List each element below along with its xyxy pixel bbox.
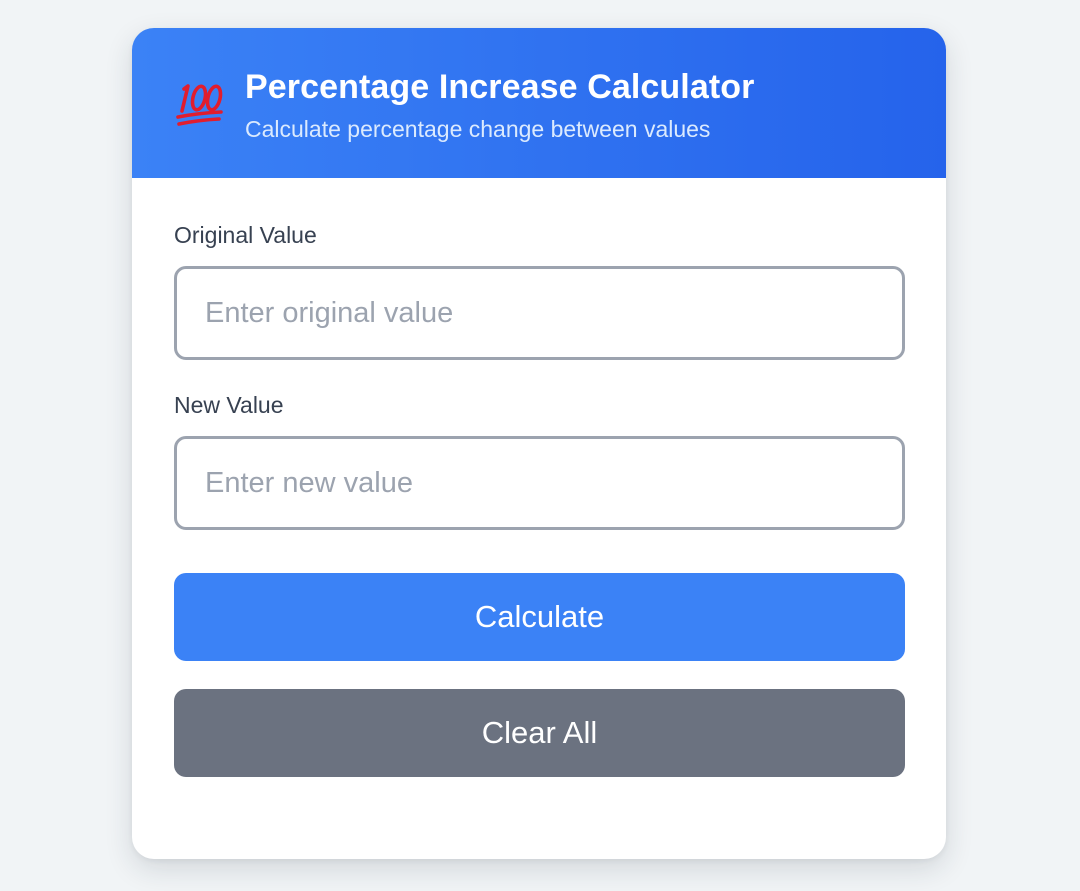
original-value-label: Original Value [174, 222, 317, 248]
original-value-input[interactable] [174, 266, 905, 360]
page-subtitle: Calculate percentage change between valu… [245, 116, 711, 142]
page-title: Percentage Increase Calculator [245, 68, 755, 106]
new-value-label: New Value [174, 392, 284, 418]
clear-all-button[interactable]: Clear All [174, 689, 905, 777]
calculator-card: Percentage Increase Calculator Calculate… [132, 28, 946, 859]
hundred-points-icon [176, 84, 223, 126]
card-header: Percentage Increase Calculator Calculate… [132, 28, 946, 178]
calculate-button[interactable]: Calculate [174, 573, 905, 661]
new-value-input[interactable] [174, 436, 905, 530]
